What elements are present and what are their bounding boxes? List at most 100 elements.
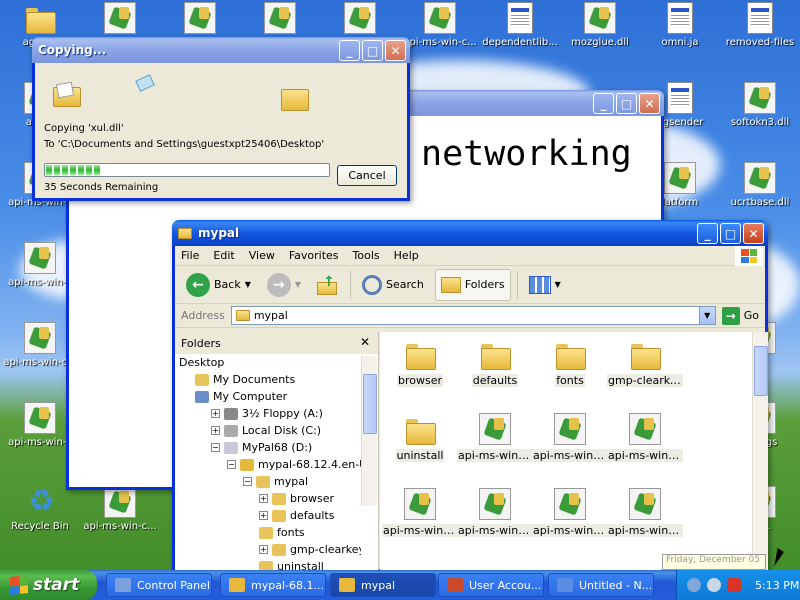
- expand-icon[interactable]: +: [259, 545, 268, 554]
- close-button[interactable]: ✕: [385, 40, 406, 61]
- file-item[interactable]: uninstall: [382, 413, 458, 465]
- file-scrollbar[interactable]: [752, 332, 768, 572]
- chevron-down-icon[interactable]: ▼: [295, 280, 301, 289]
- file-item[interactable]: api-ms-win-...: [532, 413, 608, 465]
- network-icon[interactable]: [687, 578, 701, 592]
- tree-item[interactable]: − MyPal68 (D:): [211, 441, 312, 454]
- menu-item-file[interactable]: File: [181, 249, 199, 262]
- menu-item-favorites[interactable]: Favorites: [289, 249, 339, 262]
- close-button[interactable]: ✕: [639, 93, 660, 114]
- tree-item[interactable]: − mypal: [243, 475, 308, 488]
- forward-button[interactable]: → ▼: [262, 269, 306, 301]
- chevron-down-icon[interactable]: ▼: [698, 307, 715, 324]
- folders-button[interactable]: Folders: [434, 268, 511, 301]
- up-folder-button[interactable]: ↑: [312, 269, 344, 301]
- minimize-button[interactable]: _: [697, 223, 718, 244]
- copy-dialog-titlebar[interactable]: Copying... _ □ ✕: [32, 37, 410, 63]
- tree-scrollbar[interactable]: [361, 356, 377, 506]
- desktop-icon[interactable]: [160, 2, 240, 37]
- search-button[interactable]: Search: [357, 269, 429, 301]
- volume-icon[interactable]: [707, 578, 721, 592]
- close-icon[interactable]: ✕: [360, 335, 370, 349]
- maximize-button[interactable]: □: [616, 93, 637, 114]
- expand-icon[interactable]: +: [259, 494, 268, 503]
- file-item[interactable]: fonts: [532, 338, 608, 390]
- file-item[interactable]: browser: [382, 338, 458, 390]
- start-button[interactable]: start: [0, 570, 97, 600]
- desktop-icon[interactable]: omni.ja: [640, 2, 720, 48]
- clock[interactable]: 5:13 PM: [755, 579, 799, 592]
- tree-item[interactable]: + Local Disk (C:): [211, 424, 321, 437]
- tree-item[interactable]: My Documents: [195, 373, 295, 386]
- tree-item[interactable]: + browser: [259, 492, 334, 505]
- taskbar-button[interactable]: Control Panel: [106, 573, 212, 597]
- go-label: Go: [743, 309, 759, 322]
- dll-icon: [184, 2, 216, 34]
- desktop-icon[interactable]: [240, 2, 320, 37]
- file-item[interactable]: api-ms-win-...: [382, 488, 458, 540]
- tree-item[interactable]: fonts: [259, 526, 305, 539]
- copy-dialog[interactable]: Copying... _ □ ✕ Copying 'xul.dll' To 'C…: [32, 37, 410, 201]
- collapse-icon[interactable]: −: [211, 443, 220, 452]
- expand-icon[interactable]: +: [211, 426, 220, 435]
- close-button[interactable]: ✕: [743, 223, 764, 244]
- desktop-icon[interactable]: mozglue.dll: [560, 2, 640, 48]
- scroll-thumb[interactable]: [363, 374, 377, 434]
- collapse-icon[interactable]: −: [227, 460, 236, 469]
- file-item[interactable]: gmp-clearkey: [607, 338, 683, 390]
- tree-item[interactable]: + defaults: [259, 509, 334, 522]
- file-item[interactable]: api-ms-win-...: [607, 488, 683, 540]
- tree-item[interactable]: +3½ Floppy (A:): [211, 407, 323, 420]
- desktop-icon[interactable]: softokn3.dll: [720, 82, 800, 128]
- explorer-titlebar[interactable]: mypal _ □ ✕: [172, 220, 768, 246]
- taskbar-button[interactable]: Untitled - N...: [548, 573, 654, 597]
- back-button[interactable]: ← Back ▼: [181, 269, 256, 301]
- file-item[interactable]: api-ms-win-...: [532, 488, 608, 540]
- desktop-icon[interactable]: ucrtbase.dll: [720, 162, 800, 208]
- up-folder-icon: ↑: [317, 274, 339, 296]
- desktop-icon[interactable]: api-ms-win-c...: [400, 2, 480, 48]
- dll-icon: [664, 162, 696, 194]
- menu-item-tools[interactable]: Tools: [353, 249, 380, 262]
- desktop-icon[interactable]: [80, 2, 160, 37]
- views-button[interactable]: ▼: [524, 269, 566, 301]
- menu-item-view[interactable]: View: [249, 249, 275, 262]
- desktop-icon[interactable]: api-ms-win-c...: [80, 486, 160, 532]
- menu-item-edit[interactable]: Edit: [213, 249, 234, 262]
- file-item[interactable]: api-ms-win-...: [607, 413, 683, 465]
- notepad-text[interactable]: networking: [421, 134, 632, 174]
- address-input[interactable]: mypal ▼: [230, 306, 716, 325]
- collapse-icon[interactable]: −: [243, 477, 252, 486]
- minimize-button[interactable]: _: [593, 93, 614, 114]
- desktop-icon[interactable]: dependentlib...: [480, 2, 560, 48]
- desktop-icon[interactable]: Recycle Bin: [0, 484, 80, 532]
- taskbar-button[interactable]: mypal: [330, 573, 436, 597]
- menu-item-help[interactable]: Help: [394, 249, 419, 262]
- cancel-button[interactable]: Cancel: [337, 165, 397, 186]
- file-item[interactable]: defaults: [457, 338, 533, 390]
- tree-item[interactable]: My Computer: [195, 390, 287, 403]
- expand-icon[interactable]: +: [211, 409, 220, 418]
- chevron-down-icon[interactable]: ▼: [245, 280, 251, 289]
- security-shield-icon[interactable]: [727, 578, 741, 592]
- maximize-button[interactable]: □: [720, 223, 741, 244]
- folders-pane: Folders ✕ Desktop My Documents My Computer…: [175, 332, 379, 572]
- tree-item[interactable]: Desktop: [179, 356, 224, 369]
- folder-icon: [235, 310, 250, 321]
- minimize-button[interactable]: _: [339, 40, 360, 61]
- tree-item[interactable]: − mypal-68.12.4.en-US.win: [227, 458, 361, 471]
- explorer-window[interactable]: mypal _ □ ✕ File Edit View Favorites Tools He…: [172, 220, 768, 572]
- tree-item-label: defaults: [290, 509, 335, 522]
- file-item-label: defaults: [471, 374, 519, 387]
- desktop-icon[interactable]: [320, 2, 400, 37]
- go-button[interactable]: → Go: [721, 306, 759, 325]
- taskbar-button[interactable]: User Accou...: [438, 573, 544, 597]
- expand-icon[interactable]: +: [259, 511, 268, 520]
- scroll-thumb[interactable]: [754, 346, 768, 396]
- taskbar-button[interactable]: mypal-68.1...: [220, 573, 326, 597]
- desktop-icon[interactable]: removed-files: [720, 2, 800, 48]
- file-item[interactable]: api-ms-win-...: [457, 413, 533, 465]
- tree-item[interactable]: + gmp-clearkey: [259, 543, 361, 556]
- maximize-button[interactable]: □: [362, 40, 383, 61]
- file-item[interactable]: api-ms-win-...: [457, 488, 533, 540]
